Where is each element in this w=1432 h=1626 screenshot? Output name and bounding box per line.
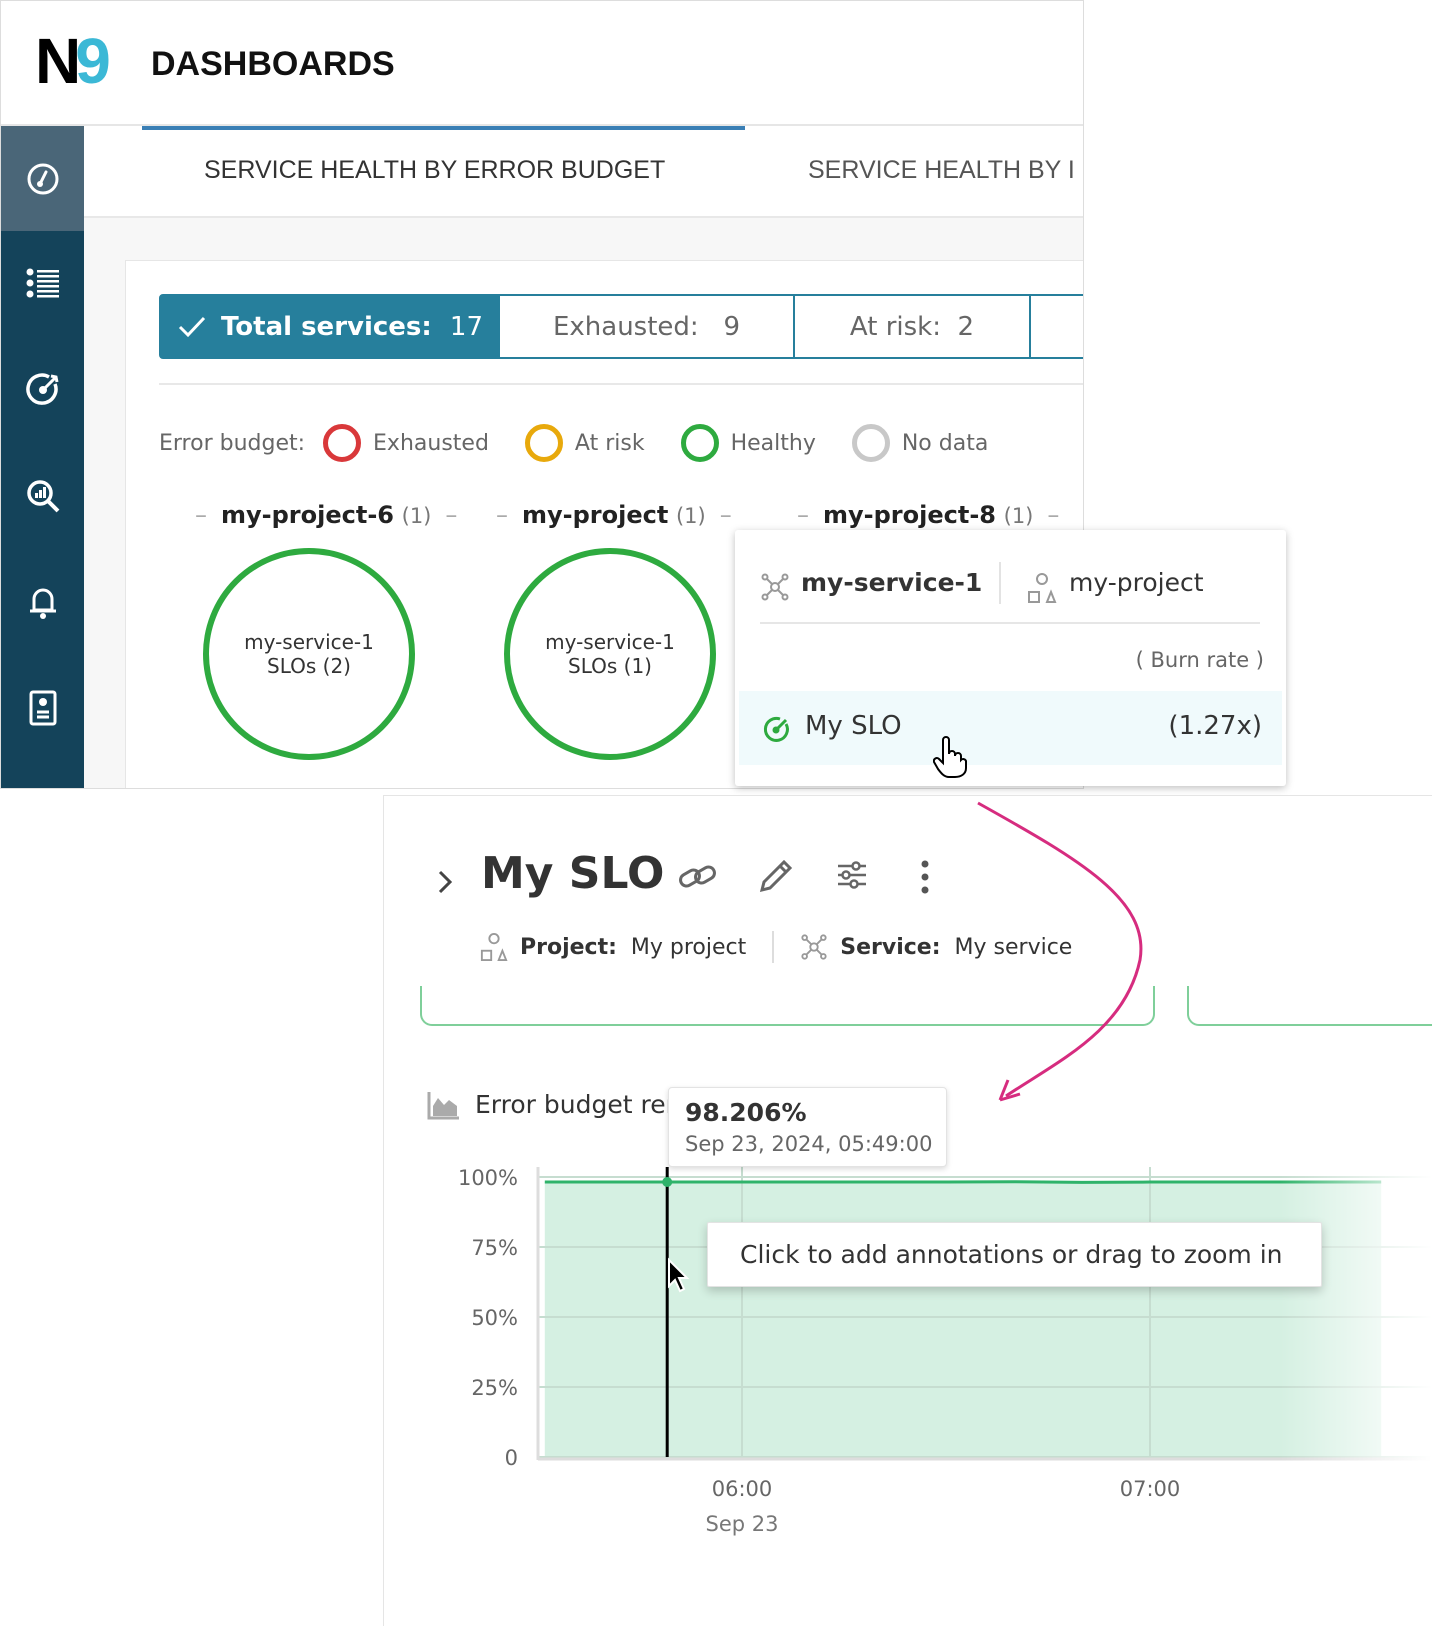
chart-tooltip: 98.206% Sep 23, 2024, 05:49:00 — [668, 1087, 947, 1167]
x-tick-label: 06:00 — [712, 1477, 773, 1501]
hint-text: Click to add annotations or drag to zoom… — [740, 1240, 1283, 1269]
y-tick-label: 75% — [471, 1236, 518, 1260]
arrow-cursor-icon — [668, 1257, 690, 1293]
x-tick-label: 07:00 — [1120, 1477, 1181, 1501]
data-point — [662, 1177, 673, 1188]
y-tick-label: 50% — [471, 1306, 518, 1330]
annotation-hint: Click to add annotations or drag to zoom… — [707, 1222, 1322, 1287]
x-tick-sublabel: Sep 23 — [706, 1512, 779, 1536]
tooltip-value: 98.206% — [685, 1098, 807, 1127]
y-tick-label: 0 — [505, 1446, 518, 1470]
y-tick-label: 100% — [458, 1166, 518, 1190]
tooltip-time: Sep 23, 2024, 05:49:00 — [685, 1132, 933, 1156]
error-budget-chart[interactable]: 100% 75% 50% 25% 0 06:00 Sep 23 07:00 — [0, 0, 1432, 1626]
fade-overlay — [1280, 1165, 1432, 1461]
y-tick-label: 25% — [471, 1376, 518, 1400]
